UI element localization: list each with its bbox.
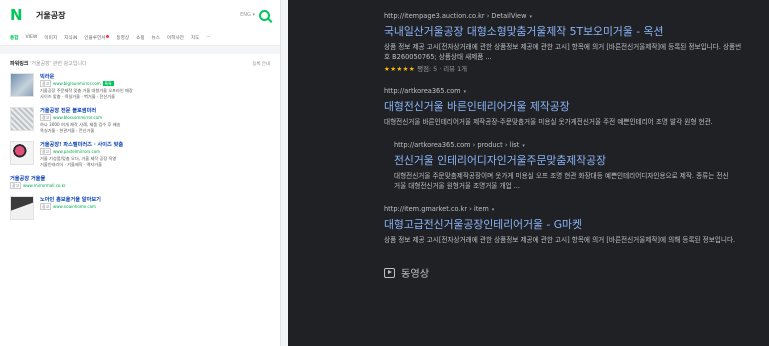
tab-map[interactable]: 지도 xyxy=(191,35,199,41)
ad-badge: 광고 xyxy=(40,114,51,121)
ad-url: www.blossommirror.com xyxy=(53,115,103,120)
powerlink-header: 파워링크 '거울공장' 관련 광고입니다 등록 안내 xyxy=(10,60,270,67)
ad-url: www.noainhome.com xyxy=(53,204,96,209)
ad-item[interactable]: 노아인 홈보울거울 알아보기 광고 www.noainhome.com xyxy=(10,196,270,220)
tab-news[interactable]: 뉴스 xyxy=(152,35,160,41)
search-icon[interactable] xyxy=(259,9,270,21)
ad-url: www.bigrounmirror.com xyxy=(53,81,101,86)
powerlink-panel: 파워링크 '거울공장' 관련 광고입니다 등록 안내 빅라운 광고 www.big… xyxy=(0,54,280,233)
result-url[interactable]: http://item.gmarket.co.kr › item xyxy=(384,205,489,213)
result-url-row: http://artkorea365.com ▾ xyxy=(384,87,744,95)
ad-sublinks[interactable]: 거울인테리어 · 거울제작 · 액자거울 xyxy=(40,162,270,168)
chevron-down-icon[interactable]: ▾ xyxy=(492,207,495,213)
chevron-down-icon[interactable]: ▾ xyxy=(522,143,525,149)
keyboard-toggle[interactable]: ENG ▾ xyxy=(240,12,255,18)
tab-dictionary[interactable]: 어학사전 xyxy=(167,35,184,41)
search-result: http://item.gmarket.co.kr › item ▾ 대형고급전신… xyxy=(384,205,744,245)
ad-title[interactable]: 빅라운 xyxy=(40,73,270,80)
result-rating: ★★★★★ 평점: 5 · 리뷰 1개 xyxy=(384,64,744,73)
ad-thumbnail[interactable] xyxy=(10,107,34,131)
result-title[interactable]: 대형전신거울 바른인테리어거울 제작공장 xyxy=(384,98,744,114)
ad-url: www.mirrormall.co.kr xyxy=(23,183,66,188)
ad-item[interactable]: 거울공장! 파스텔미러즈 · 사이즈 맞춤 광고 www.pastelmirror… xyxy=(10,141,270,168)
ad-title[interactable]: 노아인 홈보울거울 알아보기 xyxy=(40,196,270,203)
ad-title[interactable]: 거울공장! 파스텔미러즈 · 사이즈 맞춤 xyxy=(40,141,270,148)
naver-tab-bar: 통합 VIEW 이미지 지식iN 인플루언서 동영상 쇼핑 뉴스 어학사전 지도… xyxy=(0,30,280,46)
ad-item[interactable]: 거울공장 전문 블로썸미러 광고 www.blossommirror.com 하나… xyxy=(10,107,270,134)
ad-item-text[interactable]: 거울공장 거울몰 광고 www.mirrormall.co.kr xyxy=(10,175,270,189)
tab-view[interactable]: VIEW xyxy=(25,35,37,40)
talk-tag[interactable]: 톡톡 xyxy=(102,81,114,86)
search-result-indented: http://artkorea365.com › product › list ▾… xyxy=(394,141,734,191)
section-gap xyxy=(0,46,280,54)
google-results-page: http://itempage3.auction.co.kr › DetailV… xyxy=(288,0,769,346)
chevron-down-icon[interactable]: ▾ xyxy=(464,89,467,95)
result-title[interactable]: 전신거울 인테리어디자인거울주문맞춤제작공장 xyxy=(394,152,734,168)
ad-url-row: 광고 www.mirrormall.co.kr xyxy=(10,182,270,189)
ad-url-row: 광고 www.blossommirror.com xyxy=(40,114,270,121)
new-dot-icon xyxy=(106,34,110,38)
powerlink-title-sub: '거울공장' 관련 광고입니다 xyxy=(28,61,87,67)
result-url-row: http://item.gmarket.co.kr › item ▾ xyxy=(384,205,744,213)
ad-body: 거울공장! 파스텔미러즈 · 사이즈 맞춤 광고 www.pastelmirror… xyxy=(40,141,270,168)
result-title[interactable]: 대형고급전신거울공장인테리어거울 - G마켓 xyxy=(384,216,744,232)
tab-integrated[interactable]: 통합 xyxy=(10,35,18,41)
ad-thumbnail[interactable] xyxy=(10,141,34,165)
result-url-row: http://artkorea365.com › product › list ▾ xyxy=(394,141,734,149)
naver-search-page: N 거울공장 ENG ▾ 통합 VIEW 이미지 지식iN 인플루언서 동영상 … xyxy=(0,0,281,346)
ad-url-row: 광고 www.noainhome.com xyxy=(40,203,270,210)
result-url[interactable]: http://artkorea365.com xyxy=(384,87,461,95)
ad-sublinks[interactable]: 욕실거울 · 현관거울 · 전신거울 xyxy=(40,128,270,134)
chevron-down-icon[interactable]: ▾ xyxy=(530,14,533,20)
result-url[interactable]: http://itempage3.auction.co.kr › DetailV… xyxy=(384,12,527,20)
result-url-row: http://itempage3.auction.co.kr › DetailV… xyxy=(384,12,744,20)
ad-body: 노아인 홈보울거울 알아보기 광고 www.noainhome.com xyxy=(40,196,270,220)
naver-search-input[interactable]: 거울공장 xyxy=(36,10,240,21)
video-section-label: 동영상 xyxy=(401,269,430,280)
ad-url: www.pastelmirrors.com xyxy=(53,149,101,154)
ad-title[interactable]: 거울공장 거울몰 xyxy=(10,175,270,182)
ad-item[interactable]: 빅라운 광고 www.bigrounmirror.com 톡톡 거울공장 주문제작 … xyxy=(10,73,270,100)
ad-url-row: 광고 www.pastelmirrors.com xyxy=(40,148,270,155)
result-snippet: 상품 정보 제공 고시[전자상거래에 관한 상품정보 제공에 관한 고시] 항목… xyxy=(384,43,742,61)
tab-more[interactable]: ··· xyxy=(206,35,210,40)
ad-sublinks[interactable]: 사이즈 맞춤 · 욕실거울 · 벽거울 · 전신거울 xyxy=(40,94,270,100)
powerlink-title: 파워링크 '거울공장' 관련 광고입니다 xyxy=(10,60,87,67)
result-title[interactable]: 국내일산거울공장 대형소형맞춤거울제작 5T보오미거울 - 옥션 xyxy=(384,23,744,39)
result-snippet: 대형전신거울 주문맞춤제작공장이며 옷가게 미용실 오프 조명 현관 화장대등 … xyxy=(394,172,729,190)
result-snippet: 상품 정보 제공 고시[전자상거래에 관한 상품정보 제공에 관한 고시] 항목… xyxy=(384,236,736,244)
ad-thumbnail[interactable] xyxy=(10,196,34,220)
video-icon xyxy=(384,267,395,278)
tab-video[interactable]: 동영상 xyxy=(116,35,129,41)
tab-images[interactable]: 이미지 xyxy=(44,35,57,41)
video-section-header[interactable]: 동영상 xyxy=(384,265,769,280)
star-rating-icon: ★★★★★ xyxy=(384,65,416,73)
result-snippet: 대형전신거울 바른인테리어거울 제작공장-주문맞춤거울 미용실 옷가게전신거울 … xyxy=(384,118,713,126)
ad-body: 거울공장 전문 블로썸미러 광고 www.blossommirror.com 하나… xyxy=(40,107,270,134)
search-result: http://itempage3.auction.co.kr › DetailV… xyxy=(384,12,744,73)
result-url[interactable]: http://artkorea365.com › product › list xyxy=(394,141,519,149)
tab-influencer-label: 인플루언서 xyxy=(84,35,106,41)
ad-register-link[interactable]: 등록 안내 xyxy=(252,61,270,67)
tab-influencer[interactable]: 인플루언서 xyxy=(84,34,110,41)
ad-badge: 광고 xyxy=(10,182,21,189)
naver-header: N 거울공장 ENG ▾ xyxy=(0,0,280,30)
tab-shopping[interactable]: 쇼핑 xyxy=(136,35,144,41)
ad-body: 빅라운 광고 www.bigrounmirror.com 톡톡 거울공장 주문제작 … xyxy=(40,73,270,100)
ad-thumbnail[interactable] xyxy=(10,73,34,97)
ad-title[interactable]: 거울공장 전문 블로썸미러 xyxy=(40,107,270,114)
search-result: http://artkorea365.com ▾ 대형전신거울 바른인테리어거울 … xyxy=(384,87,744,127)
ad-badge: 광고 xyxy=(40,80,51,87)
ad-badge: 광고 xyxy=(40,203,51,210)
ad-url-row: 광고 www.bigrounmirror.com 톡톡 xyxy=(40,80,270,87)
ad-badge: 광고 xyxy=(40,148,51,155)
tab-kin[interactable]: 지식iN xyxy=(64,35,77,41)
powerlink-title-main: 파워링크 xyxy=(10,61,29,67)
rating-text: 평점: 5 · 리뷰 1개 xyxy=(415,65,468,73)
naver-logo[interactable]: N xyxy=(10,6,28,24)
